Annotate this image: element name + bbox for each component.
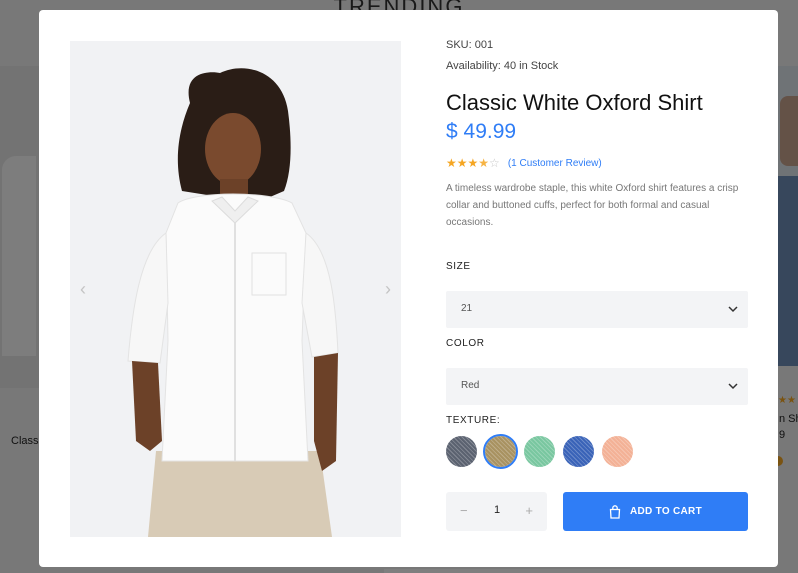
add-to-cart-label: ADD TO CART (629, 506, 702, 517)
chevron-down-icon (728, 306, 738, 313)
texture-swatch-khaki-twill[interactable] (483, 434, 518, 469)
size-label: SIZE (446, 261, 471, 272)
chevron-down-icon (728, 383, 738, 390)
add-to-cart-button[interactable]: ADD TO CART (563, 492, 748, 531)
product-sku: SKU: 001 (446, 39, 494, 51)
quantity-value[interactable]: 1 (490, 504, 504, 516)
color-label: COLOR (446, 338, 485, 349)
increase-quantity-button[interactable]: + (525, 503, 533, 518)
color-select[interactable]: Red (446, 368, 748, 405)
product-description: A timeless wardrobe staple, this white O… (446, 183, 739, 228)
prev-image-arrow-icon[interactable]: ‹ (80, 279, 86, 300)
size-select-value: 21 (461, 303, 473, 314)
texture-swatches (446, 434, 633, 469)
quantity-stepper: − 1 + (446, 492, 547, 531)
shopping-bag-icon (609, 504, 621, 519)
texture-swatch-blue-denim[interactable] (563, 436, 594, 467)
texture-swatch-peach-linen[interactable] (602, 436, 633, 467)
texture-label: TEXTURE: (446, 415, 501, 426)
size-select[interactable]: 21 (446, 291, 748, 328)
product-photo (70, 41, 401, 537)
product-rating: ★★★★☆ (1 Customer Review) (446, 156, 602, 170)
product-availability: Availability: 40 in Stock (446, 60, 559, 72)
product-image-gallery: ‹ › (70, 41, 401, 537)
product-price: $ 49.99 (446, 120, 517, 143)
quick-view-modal: ‹ › SKU: 001 Availability: 40 in Stock C… (39, 10, 778, 567)
next-image-arrow-icon[interactable]: › (385, 279, 391, 300)
texture-swatch-denim-gray[interactable] (446, 436, 477, 467)
star-rating-icon: ★★★★☆ (446, 156, 500, 170)
decrease-quantity-button[interactable]: − (460, 503, 468, 518)
product-title: Classic White Oxford Shirt (446, 90, 703, 115)
color-select-value: Red (461, 380, 480, 391)
customer-review-link[interactable]: (1 Customer Review) (508, 158, 602, 169)
texture-swatch-green-weave[interactable] (524, 436, 555, 467)
